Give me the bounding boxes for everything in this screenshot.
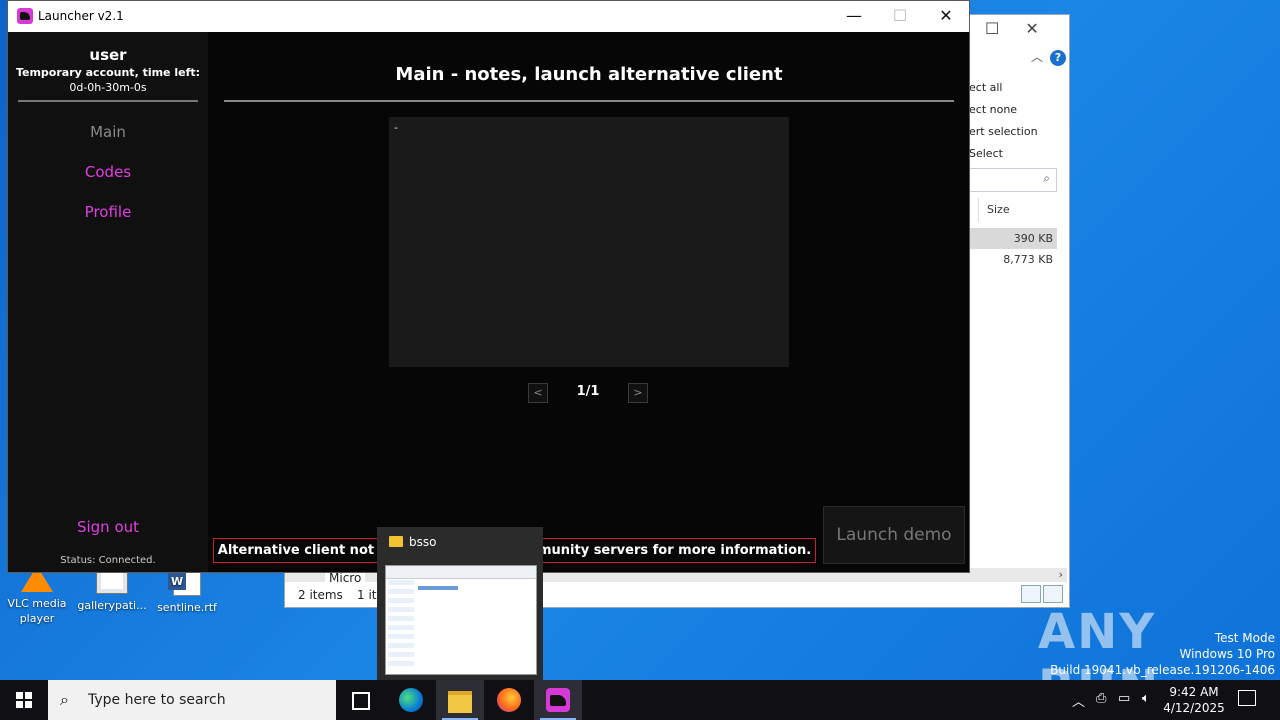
file-explorer-icon: [448, 691, 472, 713]
time-left: 0d-0h-30m-0s: [69, 81, 147, 94]
minimize-button[interactable]: —: [831, 1, 877, 32]
page-indicator: 1/1: [576, 384, 600, 399]
taskbar-thumbnail-preview[interactable]: bsso: [377, 527, 543, 680]
desktop-icon-sentline[interactable]: sentline.rtf: [150, 566, 224, 615]
clock-date: 4/12/2025: [1163, 701, 1225, 715]
help-icon[interactable]: ?: [1050, 50, 1066, 66]
task-view-icon: [352, 692, 370, 710]
thumbnail-window-preview[interactable]: [385, 565, 537, 675]
large-icons-view-icon[interactable]: [1043, 585, 1063, 603]
launch-demo-button[interactable]: Launch demo: [823, 506, 965, 564]
firefox-icon: [497, 688, 521, 712]
ribbon-select-label: Select: [969, 147, 1003, 160]
desktop-icon-label: VLC media player: [7, 597, 67, 625]
sidebar: user Temporary account, time left: 0d-0h…: [8, 32, 208, 572]
connection-status: Status: Connected.: [60, 555, 156, 566]
desktop-icon-gallery[interactable]: gallerypati...: [75, 566, 149, 613]
previous-page-button[interactable]: <: [528, 383, 548, 403]
launcher-app-icon: [546, 688, 570, 712]
chevron-up-icon[interactable]: ︿: [1031, 48, 1043, 65]
preview-nav-tree: [388, 580, 414, 670]
search-placeholder: Type here to search: [88, 692, 226, 708]
maximize-button[interactable]: ☐: [877, 1, 923, 32]
launcher-app-icon: [17, 8, 33, 24]
taskbar-file-explorer[interactable]: [436, 680, 484, 720]
thumbnail-title: bsso: [409, 535, 437, 549]
explorer-window-controls: ☐ ✕: [985, 19, 1065, 38]
close-icon[interactable]: ✕: [1025, 19, 1038, 38]
os-edition: Windows 10 Pro: [1179, 647, 1275, 661]
taskbar: ⌕ Type here to search ︿ ⎙ ▭ 🔈︎ 9:42 AM 4…: [0, 680, 1280, 720]
desktop-icon-label: sentline.rtf: [157, 601, 217, 614]
desktop-icon-label: gallerypati...: [77, 599, 147, 612]
column-header-size[interactable]: Size: [987, 203, 1010, 216]
page-title: Main - notes, launch alternative client: [395, 64, 783, 85]
ribbon-select-all[interactable]: ect all: [969, 77, 1038, 99]
taskbar-edge[interactable]: [387, 680, 435, 720]
close-button[interactable]: ✕: [923, 1, 969, 32]
os-build: Build 19041.vb_release.191206-1406: [1050, 663, 1275, 677]
sidebar-item-profile[interactable]: Profile: [8, 203, 208, 221]
file-size: 8,773 KB: [1003, 253, 1053, 266]
notes-panel[interactable]: -: [389, 117, 789, 367]
network-icon[interactable]: ▭: [1118, 691, 1130, 706]
device-icon[interactable]: ⎙: [1096, 691, 1106, 706]
details-view-icon[interactable]: [1021, 585, 1041, 603]
ribbon-select-none[interactable]: ect none: [969, 99, 1038, 121]
user-name: user: [89, 46, 127, 64]
search-icon: ⌕: [1043, 171, 1050, 185]
folder-icon: [389, 536, 403, 547]
file-size: 390 KB: [1013, 232, 1053, 245]
status-item-count: 2 items: [298, 588, 343, 602]
clock-time: 9:42 AM: [1169, 685, 1219, 699]
desktop-icon-vlc[interactable]: VLC media player: [0, 566, 74, 626]
notes-text: -: [394, 121, 398, 134]
window-title: Launcher v2.1: [38, 9, 124, 23]
column-separator[interactable]: [978, 198, 979, 222]
task-view-button[interactable]: [336, 680, 384, 720]
ribbon-invert-selection[interactable]: ert selection: [969, 121, 1038, 143]
taskbar-launcher[interactable]: [534, 680, 582, 720]
title-bar[interactable]: Launcher v2.1 — ☐ ✕: [8, 1, 969, 32]
launcher-window: Launcher v2.1 — ☐ ✕ user Temporary accou…: [7, 0, 970, 573]
ribbon-select-group: ect all ect none ert selection Select: [969, 77, 1038, 165]
preview-ribbon: [386, 566, 536, 579]
test-mode-label: Test Mode: [1214, 631, 1275, 645]
maximize-icon[interactable]: ☐: [985, 19, 999, 38]
sign-out-button[interactable]: Sign out: [8, 518, 208, 536]
notification-center-icon[interactable]: [1238, 690, 1256, 706]
preview-selected-row: [418, 586, 458, 590]
sidebar-divider: [18, 100, 198, 102]
volume-icon[interactable]: 🔈︎: [1142, 691, 1150, 706]
account-note: Temporary account, time left:: [15, 66, 201, 79]
next-page-button[interactable]: >: [628, 383, 648, 403]
taskbar-search-box[interactable]: ⌕ Type here to search: [48, 680, 336, 720]
taskbar-clock[interactable]: 9:42 AM 4/12/2025: [1160, 684, 1228, 716]
taskbar-firefox[interactable]: [485, 680, 533, 720]
edge-icon: [399, 688, 423, 712]
scroll-right-icon[interactable]: ›: [1059, 568, 1063, 581]
sidebar-item-main[interactable]: Main: [8, 123, 208, 141]
explorer-search-input[interactable]: ⌕: [969, 168, 1057, 192]
windows-logo-icon: [16, 692, 32, 708]
start-button[interactable]: [0, 680, 48, 720]
test-mode-watermark: Test Mode Windows 10 Pro Build 19041.vb_…: [1050, 630, 1275, 678]
show-hidden-icons-chevron-icon[interactable]: ︿: [1072, 691, 1085, 710]
title-divider: [224, 100, 954, 102]
sidebar-item-codes[interactable]: Codes: [8, 163, 208, 181]
search-icon: ⌕: [60, 690, 69, 709]
